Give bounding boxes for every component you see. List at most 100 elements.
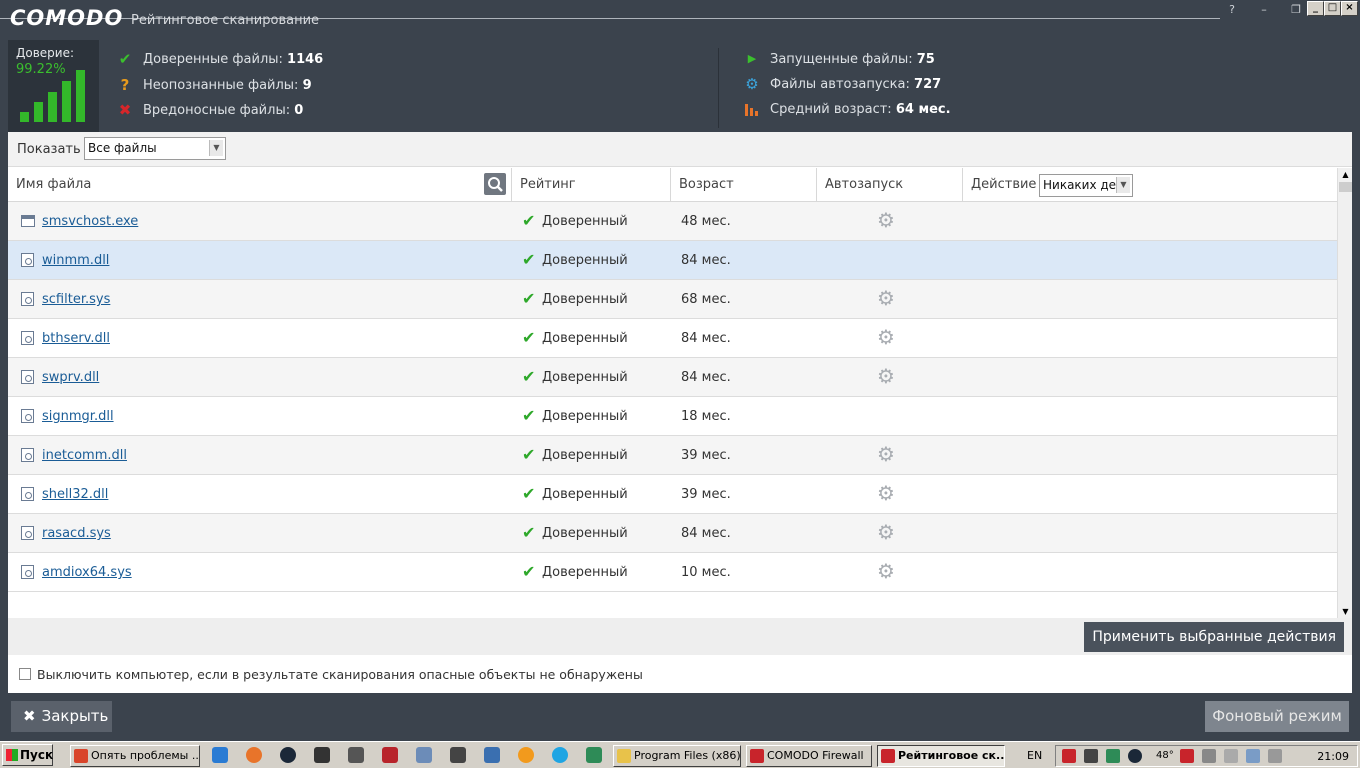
running-files-label: Запущенные файлы:: [770, 52, 913, 67]
chevron-down-icon[interactable]: ▼: [1116, 177, 1130, 193]
table-row[interactable]: amdiox64.sys ✔ Доверенный 10 мес. ⚙: [8, 553, 1337, 592]
file-name-link[interactable]: bthserv.dll: [42, 331, 110, 346]
temperature-readout: 48°: [1156, 750, 1174, 761]
table-row[interactable]: shell32.dll ✔ Доверенный 39 мес. ⚙: [8, 475, 1337, 514]
table-row[interactable]: winmm.dll ✔ Доверенный 84 мес.: [8, 241, 1337, 280]
film-icon[interactable]: [348, 747, 364, 763]
chevron-down-icon[interactable]: ▼: [209, 140, 223, 156]
scroll-up-icon[interactable]: ▲: [1339, 168, 1352, 181]
show-filter-select[interactable]: Все файлы ▼: [84, 137, 226, 160]
taskbar-task[interactable]: Program Files (x86): [613, 745, 741, 767]
tank-icon[interactable]: [314, 747, 330, 763]
file-name-link[interactable]: shell32.dll: [42, 487, 108, 502]
tray-app-icon[interactable]: [1062, 749, 1076, 763]
minimize-icon[interactable]: _: [1307, 1, 1324, 16]
unknown-files-stat: Неопознанные файлы: 9: [143, 78, 312, 93]
file-name-link[interactable]: amdiox64.sys: [42, 565, 132, 580]
volume-icon[interactable]: [1202, 749, 1216, 763]
column-rating[interactable]: Рейтинг: [512, 168, 671, 202]
column-age[interactable]: Возраст: [671, 168, 817, 202]
app-restore-button[interactable]: ❐: [1285, 2, 1307, 18]
play-icon: ▶: [747, 52, 757, 65]
file-name-link[interactable]: swprv.dll: [42, 370, 99, 385]
tree-icon[interactable]: [484, 747, 500, 763]
malicious-files-stat: Вредоносные файлы: 0: [143, 103, 303, 118]
file-name-link[interactable]: inetcomm.dll: [42, 448, 127, 463]
file-name-link[interactable]: rasacd.sys: [42, 526, 111, 541]
table-row[interactable]: bthserv.dll ✔ Доверенный 84 мес. ⚙: [8, 319, 1337, 358]
taskbar-task[interactable]: COMODO Firewall: [746, 745, 872, 767]
close-x-icon: ✖: [23, 707, 36, 725]
column-action: Действие: [963, 168, 1337, 202]
column-filename[interactable]: Имя файла: [8, 168, 512, 202]
app-orange-icon[interactable]: [246, 747, 262, 763]
skype-icon[interactable]: [552, 747, 568, 763]
apply-actions-button[interactable]: Применить выбранные действия: [1084, 622, 1344, 652]
close-button[interactable]: ✖ Закрыть: [11, 701, 112, 732]
rating-text: Доверенный: [542, 214, 628, 229]
help-button[interactable]: ?: [1221, 2, 1243, 18]
network-icon[interactable]: [586, 747, 602, 763]
age-text: 68 мес.: [681, 292, 731, 307]
table-row[interactable]: swprv.dll ✔ Доверенный 84 мес. ⚙: [8, 358, 1337, 397]
running-files-count: 75: [916, 52, 935, 67]
age-bars-icon: [744, 101, 760, 117]
trust-box: Доверие: 99.22%: [8, 40, 99, 132]
column-age-label: Возраст: [679, 177, 734, 192]
check-icon: ✔: [522, 211, 536, 230]
file-name-link[interactable]: scfilter.sys: [42, 292, 110, 307]
vertical-scrollbar[interactable]: ▲ ▼: [1337, 168, 1352, 618]
tray-network-icon[interactable]: [1106, 749, 1120, 763]
orange-ball-icon[interactable]: [518, 747, 534, 763]
autorun-files-count: 727: [914, 77, 942, 92]
taskbar-task[interactable]: Рейтинговое ск...: [877, 745, 1005, 767]
age-text: 84 мес.: [681, 331, 731, 346]
unknown-files-count: 9: [302, 78, 312, 93]
table-row[interactable]: scfilter.sys ✔ Доверенный 68 мес. ⚙: [8, 280, 1337, 319]
tray-misc-icon[interactable]: [1224, 749, 1238, 763]
window-icon[interactable]: [416, 747, 432, 763]
tray-comodo-icon[interactable]: [1180, 749, 1194, 763]
language-indicator[interactable]: EN: [1027, 749, 1042, 762]
speaker-icon[interactable]: [1268, 749, 1282, 763]
taskbar-task[interactable]: Опять проблемы ...: [70, 745, 200, 767]
action-select[interactable]: Никаких дей ▼: [1039, 174, 1133, 197]
scroll-thumb[interactable]: [1339, 182, 1352, 192]
steam-icon[interactable]: [280, 747, 296, 763]
file-name-link[interactable]: winmm.dll: [42, 253, 109, 268]
age-text: 10 мес.: [681, 565, 731, 580]
rating-text: Доверенный: [542, 487, 628, 502]
maximize-icon[interactable]: □: [1324, 1, 1341, 16]
tray-steam-icon[interactable]: [1128, 749, 1142, 763]
background-mode-button[interactable]: Фоновый режим: [1205, 701, 1349, 732]
column-rating-label: Рейтинг: [520, 177, 576, 192]
app-minimize-button[interactable]: –: [1253, 2, 1275, 18]
table-row[interactable]: signmgr.dll ✔ Доверенный 18 мес.: [8, 397, 1337, 436]
age-text: 84 мес.: [681, 370, 731, 385]
column-autorun[interactable]: Автозапуск: [817, 168, 963, 202]
start-button[interactable]: Пуск: [2, 744, 53, 766]
rating-text: Доверенный: [542, 331, 628, 346]
scroll-down-icon[interactable]: ▼: [1339, 605, 1352, 618]
xm-icon[interactable]: [450, 747, 466, 763]
table-row[interactable]: smsvchost.exe ✔ Доверенный 48 мес. ⚙: [8, 202, 1337, 241]
trusted-files-label: Доверенные файлы:: [143, 52, 283, 67]
shield-icon[interactable]: [382, 747, 398, 763]
filter-bar: Показать Все файлы ▼: [8, 132, 1352, 167]
search-icon[interactable]: [484, 173, 506, 195]
table-row[interactable]: inetcomm.dll ✔ Доверенный 39 мес. ⚙: [8, 436, 1337, 475]
table-row[interactable]: rasacd.sys ✔ Доверенный 84 мес. ⚙: [8, 514, 1337, 553]
file-name-link[interactable]: signmgr.dll: [42, 409, 114, 424]
close-icon[interactable]: ×: [1341, 1, 1358, 16]
file-name-link[interactable]: smsvchost.exe: [42, 214, 138, 229]
rating-text: Доверенный: [542, 370, 628, 385]
windows-flag-icon: [6, 749, 18, 761]
rating-text: Доверенный: [542, 526, 628, 541]
tray-display-icon[interactable]: [1246, 749, 1260, 763]
shutdown-checkbox[interactable]: [19, 668, 31, 680]
file-icon: [21, 215, 35, 227]
rating-text: Доверенный: [542, 292, 628, 307]
ie-icon[interactable]: [212, 747, 228, 763]
tray-square-icon[interactable]: [1084, 749, 1098, 763]
file-icon: [21, 331, 34, 345]
